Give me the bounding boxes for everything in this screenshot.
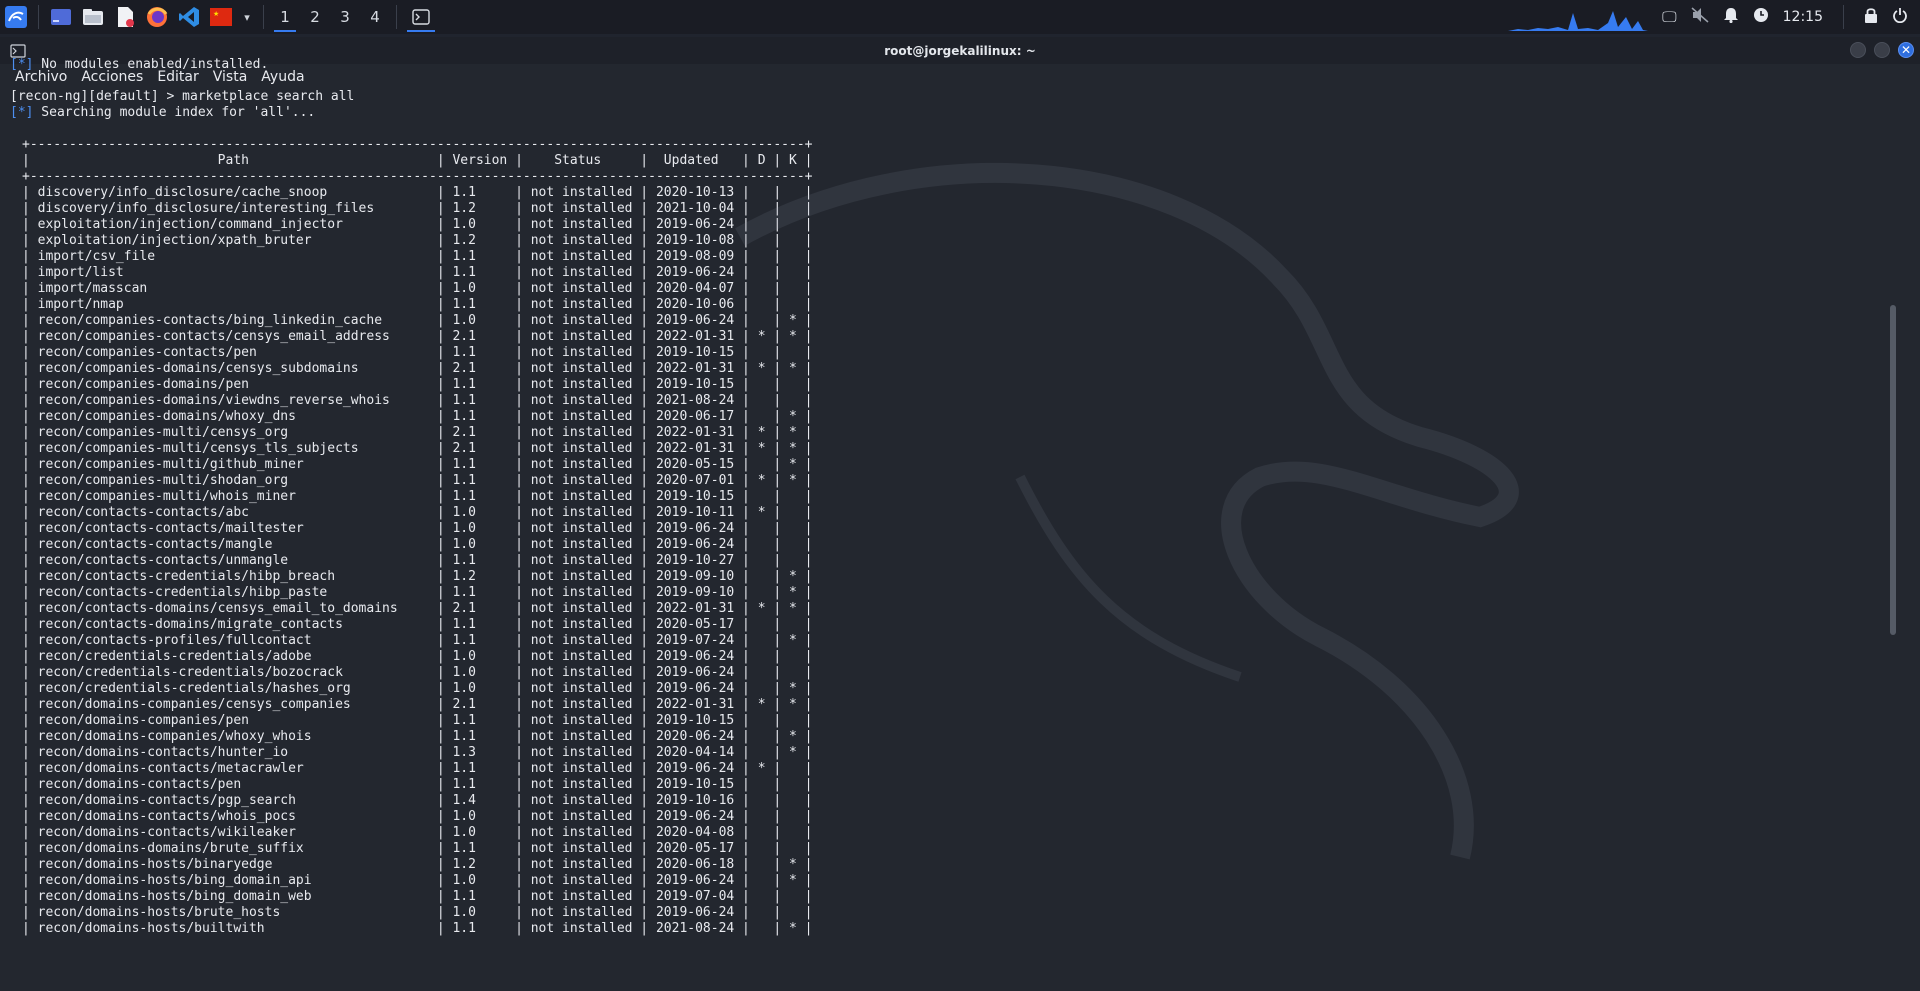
taskbar-separator — [38, 5, 39, 29]
taskbar: ★ ▾ 1 2 3 4 🖵 12:15 — [0, 0, 1920, 34]
workspace-1[interactable]: 1 — [270, 2, 300, 32]
close-button[interactable]: ✕ — [1898, 42, 1914, 58]
display-icon[interactable]: 🖵 — [1662, 8, 1676, 26]
taskbar-separator — [396, 5, 397, 29]
terminal-line-text: No modules enabled/installed. — [33, 57, 269, 72]
terminal-line-text: [recon-ng][default] > marketplace search… — [10, 89, 355, 104]
flag-icon[interactable]: ★ — [207, 3, 235, 31]
lock-icon[interactable] — [1864, 7, 1878, 27]
minimize-button[interactable] — [1850, 42, 1866, 58]
status-prefix: [*] — [10, 105, 34, 120]
cpu-graph-icon — [1508, 11, 1649, 31]
terminal-icon — [412, 9, 430, 25]
svg-text:★: ★ — [213, 10, 219, 18]
taskbar-separator — [263, 5, 264, 29]
kali-dragon-logo — [735, 162, 1519, 860]
window-title: root@jorgekalilinux: ~ — [884, 43, 1036, 58]
logout-icon[interactable] — [1892, 7, 1908, 27]
table-row: | recon/domains-hosts/bing_domain_web | … — [22, 889, 813, 904]
workspace-2[interactable]: 2 — [300, 2, 330, 32]
system-tray: 🖵 12:15 — [1508, 0, 1920, 34]
file-manager-icon[interactable] — [79, 3, 107, 31]
maximize-button[interactable] — [1874, 42, 1890, 58]
terminal-line: [*] Searching module index for 'all'... — [0, 105, 1900, 121]
vscode-icon[interactable] — [175, 3, 203, 31]
window-controls: ✕ — [1850, 42, 1914, 58]
chevron-down-icon[interactable]: ▾ — [239, 3, 255, 31]
workspace-4[interactable]: 4 — [360, 2, 390, 32]
bell-icon[interactable] — [1723, 7, 1739, 27]
power-manager-icon[interactable] — [1753, 7, 1769, 27]
workspace-3[interactable]: 3 — [330, 2, 360, 32]
scrollbar[interactable] — [1890, 305, 1896, 635]
terminal-line-text: Searching module index for 'all'... — [33, 105, 316, 120]
text-editor-icon[interactable] — [111, 3, 139, 31]
terminal-output[interactable]: [*] No modules enabled/installed. [recon-… — [0, 57, 1900, 954]
table-row: | recon/domains-hosts/builtwith | 1.1 | … — [22, 921, 813, 936]
terminal-line: [recon-ng][default] > marketplace search… — [0, 89, 1900, 105]
muted-speaker-icon[interactable] — [1691, 7, 1709, 27]
kali-menu-icon[interactable] — [2, 3, 30, 31]
firefox-icon[interactable] — [143, 3, 171, 31]
taskbar-separator — [1843, 5, 1844, 29]
table-row: | recon/domains-hosts/brute_hosts | 1.0 … — [22, 905, 813, 920]
status-prefix: [*] — [10, 57, 34, 72]
clock[interactable]: 12:15 — [1783, 9, 1823, 25]
workspace-manager-icon[interactable] — [47, 3, 75, 31]
terminal-task-button[interactable] — [403, 2, 439, 32]
terminal-line: [*] No modules enabled/installed. — [0, 57, 1900, 73]
